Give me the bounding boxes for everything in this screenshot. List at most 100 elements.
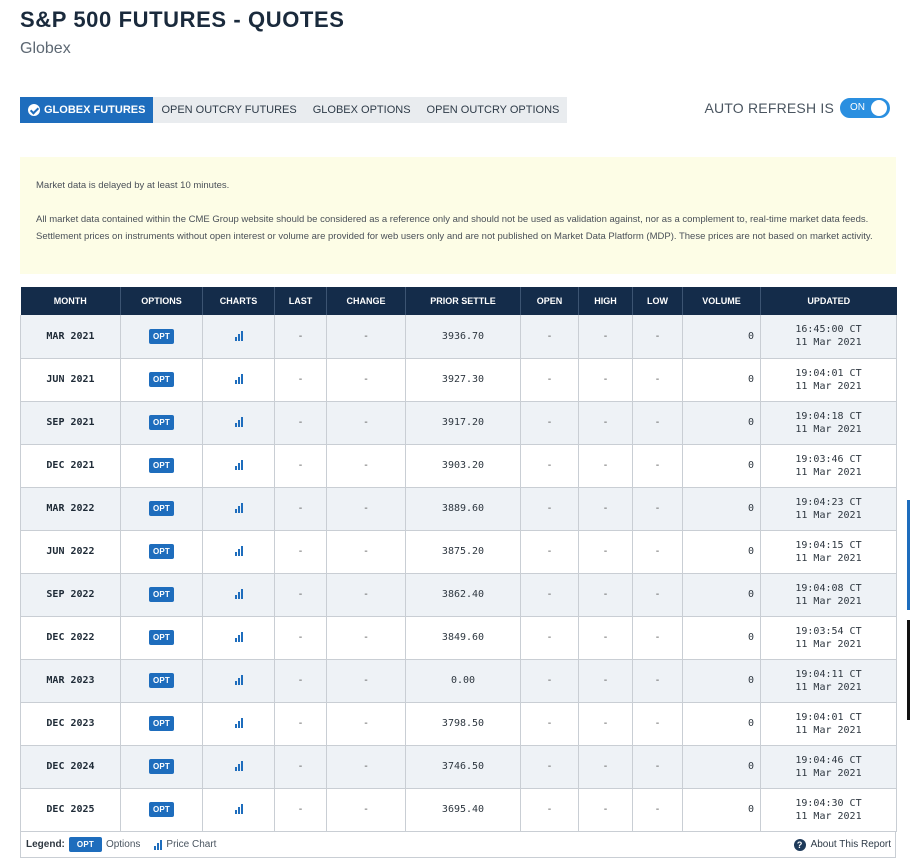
cell-charts <box>202 788 275 832</box>
table-row: JUN 2021 OPT - -3927.30- - -0 19:04:01 CT 11 Ma… <box>20 358 897 402</box>
cell-last: - <box>274 702 327 746</box>
cell-low: - <box>632 573 683 617</box>
cell-last: - <box>274 487 327 531</box>
opt-button[interactable]: OPT <box>148 372 175 387</box>
cell-charts <box>202 530 275 574</box>
opt-button[interactable]: OPT <box>148 544 175 559</box>
bar-chart-icon[interactable] <box>234 374 243 384</box>
opt-button[interactable]: OPT <box>148 328 175 344</box>
cell-month: DEC 2023 <box>20 702 121 746</box>
opt-button[interactable]: OPT <box>148 759 175 774</box>
opt-button[interactable]: OPT <box>148 716 175 731</box>
cell-month: DEC 2022 <box>20 616 121 660</box>
about-report-link[interactable]: ? About This Report <box>793 838 891 851</box>
bar-chart-icon[interactable] <box>234 804 243 814</box>
tab-open-outcry-options[interactable]: OPEN OUTCRY OPTIONS <box>419 97 568 123</box>
table-row: DEC 2023 OPT - -3798.50- - -0 19:04:01 CT 11 Ma… <box>20 702 897 746</box>
cell-last: - <box>274 358 327 402</box>
cell-high: - <box>578 315 633 359</box>
tab-open-outcry-futures[interactable]: OPEN OUTCRY FUTURES <box>153 97 304 123</box>
cell-updated: 19:03:46 CT 11 Mar 2021 <box>760 444 897 488</box>
updated-time: 19:04:01 CT <box>795 711 862 723</box>
opt-button[interactable]: OPT <box>148 458 175 473</box>
bar-chart-icon[interactable] <box>234 718 243 728</box>
cell-updated: 19:04:18 CT 11 Mar 2021 <box>760 401 897 445</box>
updated-time: 19:04:23 CT <box>795 496 862 508</box>
updated-date: 11 Mar 2021 <box>795 337 862 349</box>
column-header-change: CHANGE <box>326 287 406 315</box>
bar-chart-icon[interactable] <box>234 417 243 427</box>
bar-chart-icon[interactable] <box>234 546 243 556</box>
cell-updated: 19:03:54 CT 11 Mar 2021 <box>760 616 897 660</box>
column-header-low: LOW <box>632 287 683 315</box>
cell-high: - <box>578 358 633 402</box>
table-row: DEC 2022 OPT - -3849.60- - -0 19:03:54 CT 11 Ma… <box>20 616 897 660</box>
bar-chart-icon[interactable] <box>234 330 243 341</box>
cell-month: SEP 2022 <box>20 573 121 617</box>
cell-volume: 0 <box>682 444 761 488</box>
opt-button[interactable]: OPT <box>148 501 175 516</box>
cell-prior-settle: 3849.60 <box>405 616 521 660</box>
tab-label: GLOBEX FUTURES <box>44 104 146 116</box>
updated-date: 11 Mar 2021 <box>795 681 862 693</box>
cell-open: - <box>520 487 579 531</box>
opt-button[interactable]: OPT <box>148 802 175 817</box>
bar-chart-icon[interactable] <box>234 503 243 513</box>
cell-last: - <box>274 401 327 445</box>
column-header-prior-settle: PRIOR SETTLE <box>405 287 521 315</box>
cell-volume: 0 <box>682 315 761 359</box>
opt-button[interactable]: OPT <box>148 587 175 602</box>
cell-options: OPT <box>120 616 203 660</box>
table-row: DEC 2025 OPT - -3695.40- - -0 19:04:30 CT 11 Ma… <box>20 788 897 832</box>
opt-button[interactable]: OPT <box>148 673 175 688</box>
auto-refresh-toggle[interactable]: ON <box>840 98 890 118</box>
cell-month: JUN 2022 <box>20 530 121 574</box>
cell-updated: 19:04:11 CT 11 Mar 2021 <box>760 659 897 703</box>
cell-last: - <box>274 573 327 617</box>
updated-time: 19:04:11 CT <box>795 668 862 680</box>
bar-chart-icon[interactable] <box>234 761 243 771</box>
cell-prior-settle: 3695.40 <box>405 788 521 832</box>
bar-chart-icon[interactable] <box>234 632 243 642</box>
bar-chart-icon[interactable] <box>234 675 243 685</box>
quotes-table: MONTH OPTIONS CHARTS LAST CHANGE PRIOR S… <box>20 287 897 832</box>
cell-updated: 19:04:30 CT 11 Mar 2021 <box>760 788 897 832</box>
opt-button[interactable]: OPT <box>148 415 175 430</box>
updated-date: 11 Mar 2021 <box>795 810 862 822</box>
cell-updated: 19:04:23 CT 11 Mar 2021 <box>760 487 897 531</box>
cell-month: MAR 2023 <box>20 659 121 703</box>
cell-prior-settle: 3875.20 <box>405 530 521 574</box>
table-row: DEC 2021 OPT - -3903.20- - -0 19:03:46 CT 11 Ma… <box>20 444 897 488</box>
cell-month: JUN 2021 <box>20 358 121 402</box>
tab-label: OPEN OUTCRY FUTURES <box>161 104 297 116</box>
tab-globex-futures[interactable]: GLOBEX FUTURES <box>20 97 154 123</box>
cell-low: - <box>632 530 683 574</box>
cell-change: - <box>326 745 406 789</box>
cell-low: - <box>632 315 683 359</box>
cell-options: OPT <box>120 745 203 789</box>
cell-open: - <box>520 530 579 574</box>
updated-date: 11 Mar 2021 <box>795 509 862 521</box>
disclaimer-notice: All market data contained within the CME… <box>36 214 873 242</box>
cell-change: - <box>326 444 406 488</box>
table-row: MAR 2022 OPT - -3889.60- - -0 19:04:23 CT 11 Ma… <box>20 487 897 531</box>
table-row: JUN 2022 OPT - -3875.20- - -0 19:04:15 CT 11 Ma… <box>20 530 897 574</box>
column-header-volume: VOLUME <box>682 287 761 315</box>
toggle-knob <box>871 100 887 116</box>
cell-low: - <box>632 745 683 789</box>
auto-refresh-label: AUTO REFRESH IS <box>704 100 834 116</box>
tab-globex-options[interactable]: GLOBEX OPTIONS <box>305 97 419 123</box>
bar-chart-icon[interactable] <box>234 589 243 599</box>
bar-chart-icon[interactable] <box>234 460 243 470</box>
updated-time: 16:45:00 CT <box>795 324 862 336</box>
updated-date: 11 Mar 2021 <box>795 595 862 607</box>
cell-high: - <box>578 573 633 617</box>
delay-notice: Market data is delayed by at least 10 mi… <box>36 180 230 191</box>
legend-options-text: Options <box>105 839 141 850</box>
cell-last: - <box>274 530 327 574</box>
opt-button[interactable]: OPT <box>148 630 175 645</box>
legend-opt-badge: OPT <box>68 837 102 852</box>
cell-charts <box>202 745 275 789</box>
toggle-state: ON <box>850 102 865 113</box>
cell-last: - <box>274 444 327 488</box>
